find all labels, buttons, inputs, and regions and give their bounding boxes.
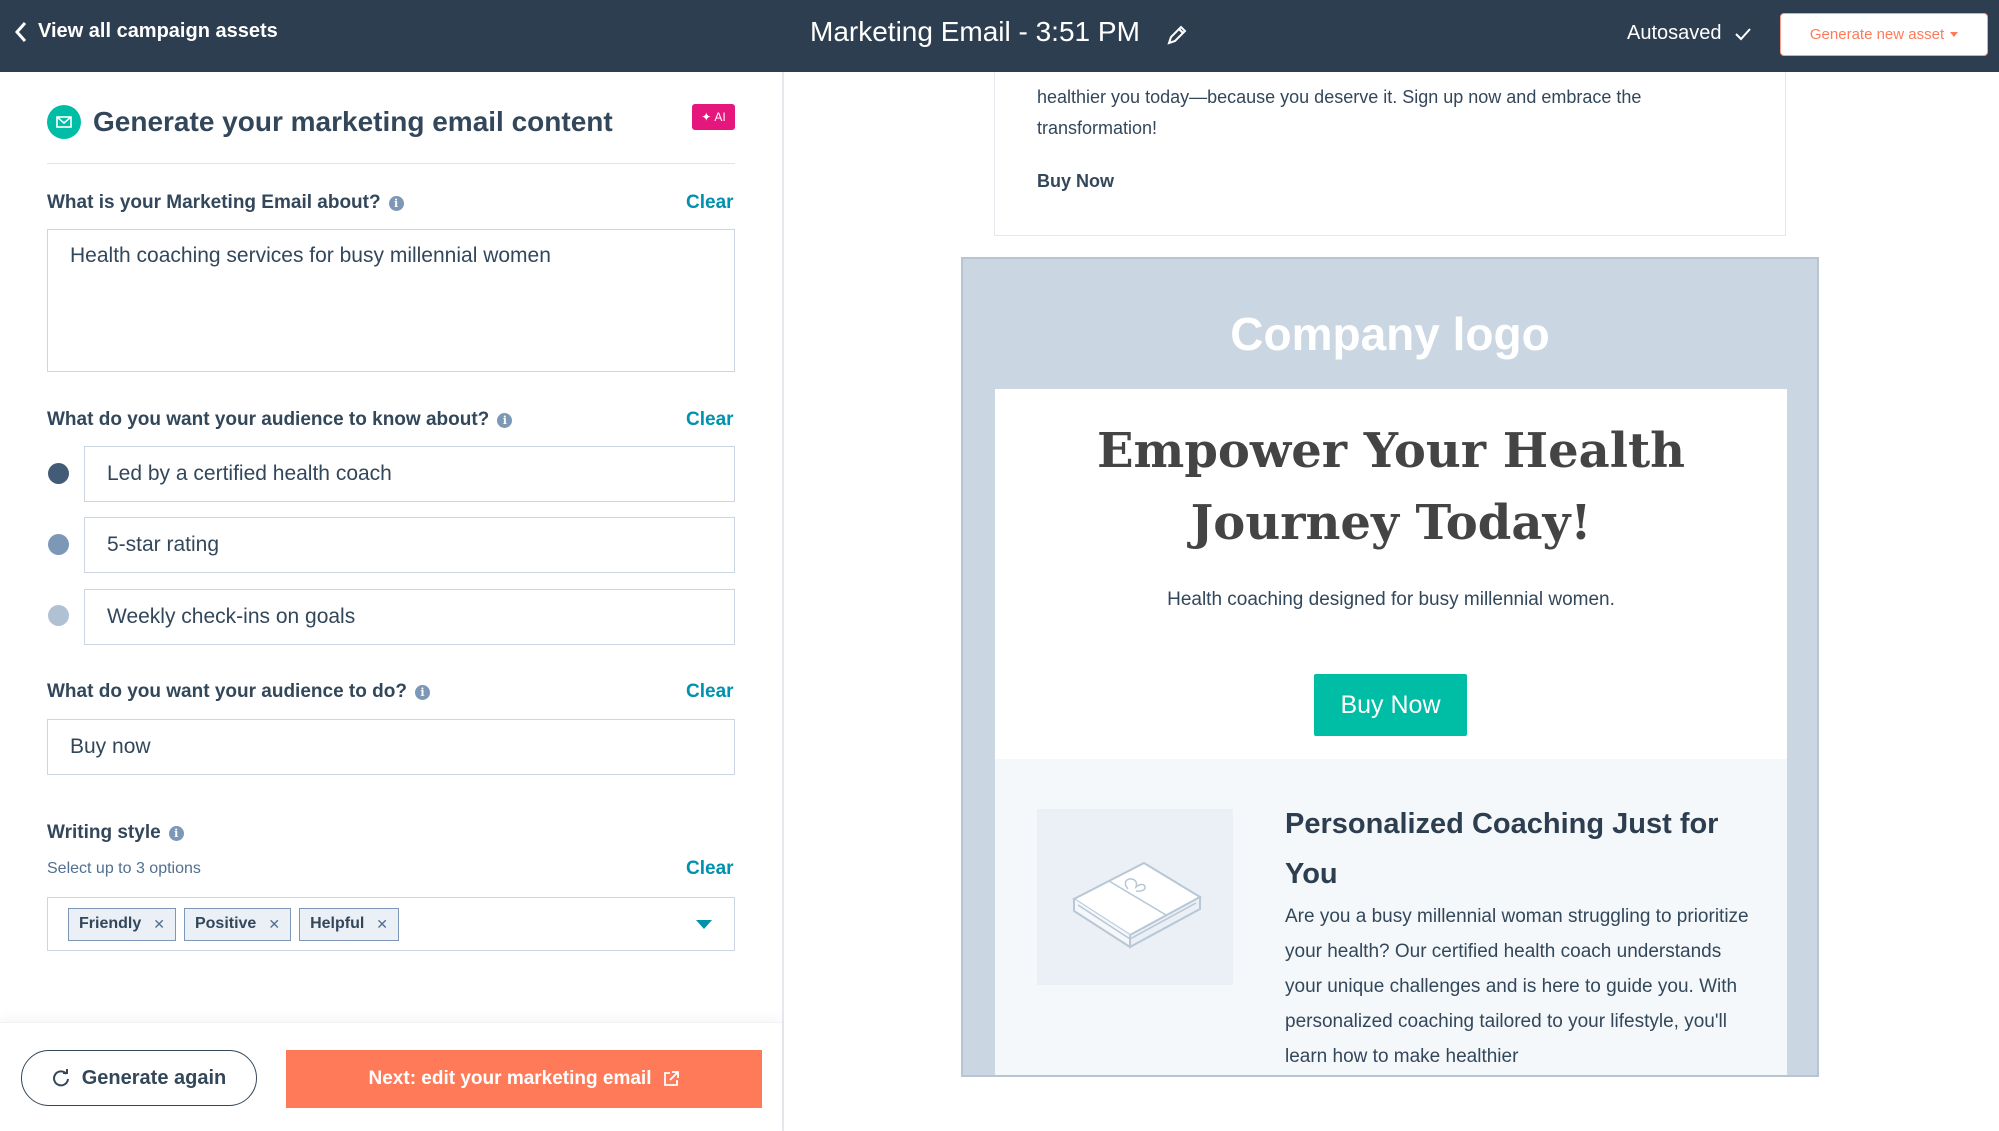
email-preview: healthier you today—because you deserve …: [784, 72, 1999, 1131]
dropdown-caret-icon[interactable]: [696, 920, 712, 929]
page-title: Marketing Email - 3:51 PM: [810, 16, 1188, 48]
about-textarea-value: Health coaching services for busy millen…: [70, 244, 551, 267]
autosave-label: Autosaved: [1627, 22, 1722, 44]
panel-footer: Generate again Next: edit your marketing…: [0, 1022, 782, 1131]
sparkle-icon: ✦: [701, 110, 712, 124]
point-input-value: Weekly check-ins on goals: [107, 605, 356, 628]
point-input-3[interactable]: Weekly check-ins on goals: [84, 589, 735, 645]
email-headline-line: Empower Your Health: [1096, 423, 1686, 479]
email-icon: [47, 104, 81, 139]
email-buy-now-button[interactable]: Buy Now: [1314, 674, 1467, 736]
point-input-value: Led by a certified health coach: [107, 462, 392, 485]
chevron-left-icon: [14, 21, 27, 42]
info-icon[interactable]: i: [497, 412, 513, 428]
know-label-text: What do you want your audience to know a…: [47, 409, 490, 430]
ai-badge: ✦ AI: [692, 104, 735, 130]
do-clear-button[interactable]: Clear: [686, 681, 734, 703]
style-label: Writing style i: [47, 822, 184, 844]
know-clear-button[interactable]: Clear: [686, 409, 734, 431]
style-tag: Positive ✕: [183, 907, 292, 941]
email-headline-line: Journey Today!: [1190, 495, 1592, 551]
back-link[interactable]: View all campaign assets: [14, 20, 278, 43]
style-tag: Friendly ✕: [68, 907, 176, 941]
next-edit-email-label: Next: edit your marketing email: [368, 1068, 652, 1089]
back-link-label: View all campaign assets: [38, 20, 278, 42]
style-tag-label: Positive: [194, 915, 257, 932]
refresh-icon: [52, 1069, 69, 1087]
point-bullet: [48, 605, 69, 626]
remove-icon[interactable]: ✕: [268, 916, 280, 933]
about-clear-button[interactable]: Clear: [686, 192, 734, 214]
style-sublabel: Select up to 3 options: [47, 860, 201, 877]
external-link-icon: [664, 1071, 680, 1086]
style-multiselect[interactable]: Friendly ✕ Positive ✕ Helpful ✕: [47, 897, 735, 951]
panel-title: Generate your marketing email content: [93, 105, 613, 137]
about-textarea[interactable]: Health coaching services for busy millen…: [47, 229, 735, 372]
style-tag-label: Helpful: [310, 915, 365, 932]
check-icon: [1734, 27, 1751, 40]
info-icon[interactable]: i: [414, 684, 430, 700]
about-label: What is your Marketing Email about? i: [47, 192, 404, 214]
generate-again-button[interactable]: Generate again: [21, 1050, 257, 1106]
next-edit-email-button[interactable]: Next: edit your marketing email: [286, 1050, 762, 1108]
point-bullet: [48, 534, 69, 555]
email-headline: Empower Your Health Journey Today!: [995, 415, 1787, 559]
style-tag: Helpful ✕: [299, 907, 400, 941]
do-label: What do you want your audience to do? i: [47, 681, 430, 703]
remove-icon[interactable]: ✕: [153, 916, 165, 933]
email-section: Personalized Coaching Just for You Are y…: [995, 759, 1787, 1075]
previous-buy-now-link[interactable]: Buy Now: [1037, 171, 1114, 192]
email-subhead: Health coaching designed for busy millen…: [1167, 589, 1615, 610]
remove-icon[interactable]: ✕: [376, 916, 388, 933]
package-illustration-icon: [1037, 809, 1233, 985]
do-input[interactable]: Buy now: [47, 719, 735, 775]
company-logo: Company logo: [1230, 308, 1550, 360]
point-input-2[interactable]: 5-star rating: [84, 517, 735, 573]
section-text: Are you a busy millennial woman struggli…: [1285, 906, 1749, 1067]
generate-new-asset-label: Generate new asset: [1809, 26, 1945, 43]
top-bar: View all campaign assets Marketing Email…: [0, 0, 1999, 72]
generate-new-asset-button[interactable]: Generate new asset: [1780, 13, 1988, 56]
panel-header: Generate your marketing email content ✦ …: [47, 104, 735, 164]
info-icon[interactable]: i: [168, 825, 184, 841]
ai-badge-label: AI: [714, 110, 726, 124]
autosave-status: Autosaved: [1627, 22, 1752, 45]
point-bullet: [48, 463, 69, 484]
previous-email-text: healthier you today—because you deserve …: [1037, 87, 1642, 138]
know-label: What do you want your audience to know a…: [47, 409, 513, 431]
point-input-1[interactable]: Led by a certified health coach: [84, 446, 735, 502]
style-label-text: Writing style: [47, 822, 161, 843]
pencil-icon[interactable]: [1166, 24, 1188, 46]
style-clear-button[interactable]: Clear: [686, 858, 734, 880]
do-label-text: What do you want your audience to do?: [47, 681, 407, 702]
style-tag-label: Friendly: [79, 915, 142, 932]
do-input-value: Buy now: [70, 735, 151, 758]
page-title-text: Marketing Email - 3:51 PM: [810, 16, 1140, 47]
email-template: Company logo Empower Your Health Journey…: [961, 257, 1819, 1077]
point-input-value: 5-star rating: [107, 533, 220, 556]
email-body: Empower Your Health Journey Today! Healt…: [995, 389, 1787, 1075]
generator-panel: Generate your marketing email content ✦ …: [0, 72, 784, 1131]
about-label-text: What is your Marketing Email about?: [47, 192, 381, 213]
generate-again-label: Generate again: [81, 1066, 227, 1089]
info-icon[interactable]: i: [388, 195, 404, 211]
caret-down-icon: [1950, 32, 1959, 37]
section-title: Personalized Coaching Just for You: [1285, 808, 1719, 890]
